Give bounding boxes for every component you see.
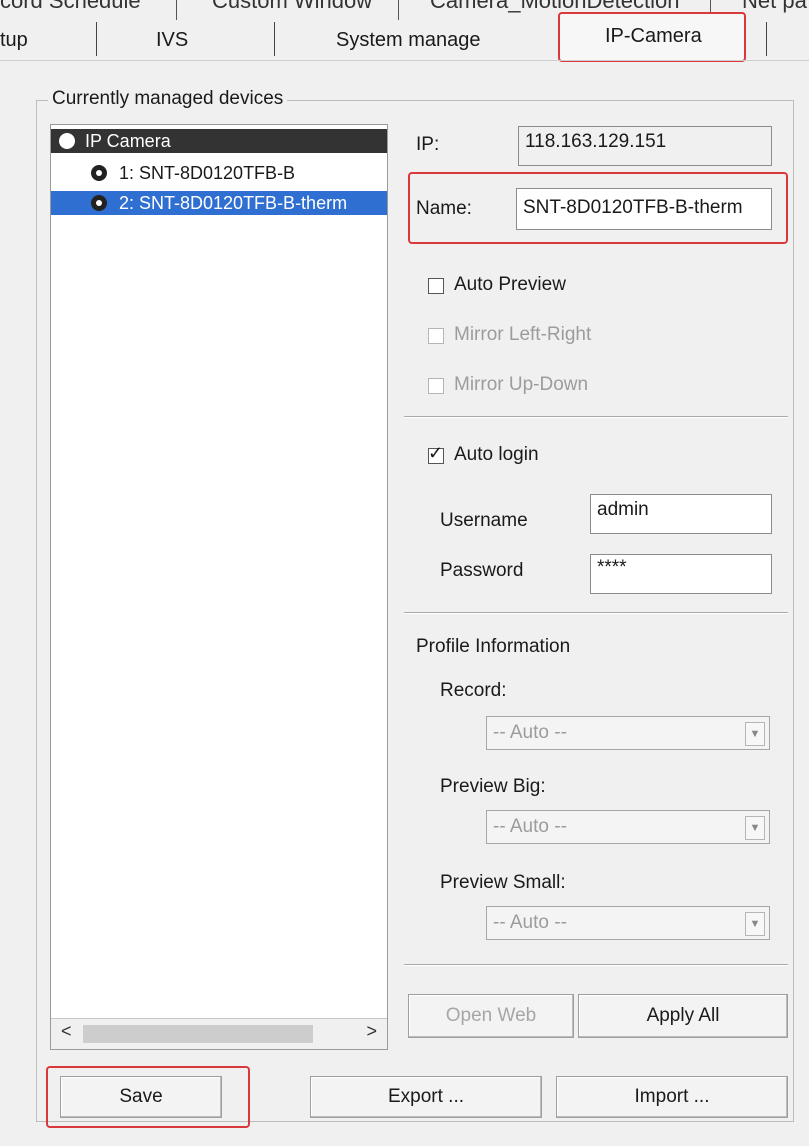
- tab-system-manage[interactable]: System manage: [336, 24, 481, 56]
- preview-small-label: Preview Small:: [440, 872, 566, 893]
- scroll-right-arrow-icon[interactable]: >: [366, 1021, 377, 1042]
- preview-big-label: Preview Big:: [440, 776, 546, 797]
- mirror-left-right-checkbox: [428, 328, 444, 344]
- save-button[interactable]: Save: [60, 1076, 222, 1118]
- apply-all-button[interactable]: Apply All: [578, 994, 788, 1038]
- mirror-left-right-label: Mirror Left-Right: [454, 324, 592, 345]
- tab-baseline: [0, 60, 809, 61]
- tab-ip-camera[interactable]: IP-Camera: [605, 20, 702, 52]
- record-select-value: -- Auto --: [493, 722, 567, 743]
- auto-preview-checkbox[interactable]: [428, 278, 444, 294]
- auto-login-checkbox[interactable]: ✓: [428, 443, 444, 464]
- ip-field: 118.163.129.151: [518, 126, 772, 166]
- webcam-icon: [91, 165, 107, 181]
- divider: [404, 964, 788, 965]
- preview-big-select-value: -- Auto --: [493, 816, 567, 837]
- name-label: Name:: [416, 198, 472, 219]
- camera-group-icon: [59, 133, 75, 149]
- name-input[interactable]: SNT-8D0120TFB-B-therm: [516, 188, 772, 230]
- mirror-up-down-checkbox: [428, 378, 444, 394]
- auto-login-label: Auto login: [454, 444, 539, 465]
- device-item-label: 1: SNT-8D0120TFB-B: [119, 163, 296, 183]
- divider: [404, 416, 788, 417]
- tab-record-schedule[interactable]: cord Schedule: [0, 0, 141, 14]
- password-input[interactable]: ****: [590, 554, 772, 594]
- preview-big-select: -- Auto -- ▼: [486, 810, 770, 844]
- tree-root-label: IP Camera: [85, 131, 171, 151]
- device-item-2[interactable]: 2: SNT-8D0120TFB-B-therm: [51, 191, 387, 215]
- tree-root-ip-camera[interactable]: IP Camera: [51, 129, 387, 153]
- username-label: Username: [440, 510, 528, 531]
- chevron-down-icon: ▼: [745, 816, 765, 840]
- scrollbar-thumb[interactable]: [83, 1025, 313, 1043]
- record-select: -- Auto -- ▼: [486, 716, 770, 750]
- device-item-1[interactable]: 1: SNT-8D0120TFB-B: [51, 161, 387, 185]
- chevron-down-icon: ▼: [745, 912, 765, 936]
- username-input[interactable]: admin: [590, 494, 772, 534]
- tab-net-partial[interactable]: Net pa: [742, 0, 807, 14]
- tab-ivs[interactable]: IVS: [156, 24, 188, 56]
- mirror-up-down-label: Mirror Up-Down: [454, 374, 589, 395]
- group-title: Currently managed devices: [48, 88, 288, 110]
- tab-custom-window[interactable]: Custom Window: [212, 0, 372, 14]
- chevron-down-icon: ▼: [745, 722, 765, 746]
- tab-divider: [766, 22, 767, 56]
- device-item-label: 2: SNT-8D0120TFB-B-therm: [119, 193, 348, 213]
- divider: [404, 612, 788, 613]
- tab-divider: [96, 22, 97, 56]
- device-tree[interactable]: IP Camera 1: SNT-8D0120TFB-B 2: SNT-8D01…: [50, 124, 388, 1050]
- tab-divider: [176, 0, 177, 20]
- export-button[interactable]: Export ...: [310, 1076, 542, 1118]
- tab-divider: [274, 22, 275, 56]
- open-web-button: Open Web: [408, 994, 574, 1038]
- password-label: Password: [440, 560, 524, 581]
- auto-preview-label: Auto Preview: [454, 274, 566, 295]
- preview-small-select-value: -- Auto --: [493, 912, 567, 933]
- tab-divider: [398, 0, 399, 20]
- record-label: Record:: [440, 680, 507, 701]
- ip-label: IP:: [416, 134, 440, 155]
- horizontal-scrollbar[interactable]: < >: [51, 1018, 387, 1049]
- webcam-icon: [91, 195, 107, 211]
- profile-title: Profile Information: [416, 636, 571, 657]
- import-button[interactable]: Import ...: [556, 1076, 788, 1118]
- check-mark-icon: ✓: [428, 443, 444, 463]
- scroll-left-arrow-icon[interactable]: <: [61, 1021, 72, 1042]
- tab-setup[interactable]: tup: [0, 24, 28, 56]
- preview-small-select: -- Auto -- ▼: [486, 906, 770, 940]
